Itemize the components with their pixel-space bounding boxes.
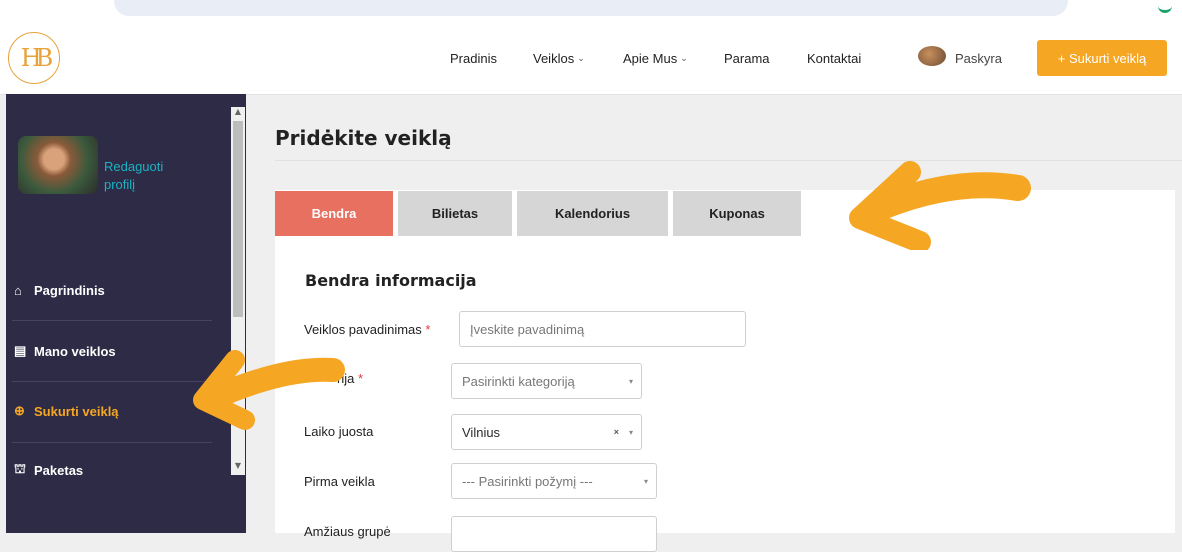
annotation-arrow-tabs (849, 161, 1031, 250)
scrollbar-thumb[interactable] (233, 121, 243, 317)
nav-account[interactable]: Paskyra (955, 22, 1002, 94)
site-header: HB Pradinis Veiklos ⌄ Apie Mus ⌄ Parama … (0, 22, 1182, 95)
label-text: Veiklos pavadinimas (304, 322, 422, 337)
nav-parama[interactable]: Parama (724, 22, 770, 94)
address-bar[interactable] (114, 0, 1068, 16)
first-activity-label: Pirma veikla (304, 474, 375, 489)
scroll-up-icon[interactable]: ▲ (233, 107, 243, 116)
edit-profile-link[interactable]: Redaguoti profilį (104, 158, 184, 194)
nav-label: Kontaktai (807, 50, 862, 66)
nav-label: Veiklos (533, 50, 575, 66)
divider (275, 160, 1182, 161)
age-group-label: Amžiaus grupė (304, 524, 391, 539)
activity-name-input[interactable]: Įveskite pavadinimą (459, 311, 746, 347)
document-icon: ▤ (14, 343, 27, 358)
clear-icon[interactable]: × (614, 427, 619, 437)
chevron-down-icon: ⌄ (680, 52, 688, 63)
activity-name-label: Veiklos pavadinimas * (304, 322, 430, 337)
avatar[interactable] (18, 136, 98, 194)
form-card (275, 190, 1175, 533)
browser-status-icon (1158, 4, 1172, 13)
create-activity-button[interactable]: + Sukurti veiklą (1037, 40, 1167, 76)
home-icon: ⌂ (14, 282, 22, 298)
sidebar-item-label: Sukurti veiklą (34, 403, 119, 419)
sidebar-item-pagrindinis[interactable]: ⌂ Pagrindinis (6, 260, 231, 320)
sidebar-item-label: Mano veiklos (34, 343, 116, 359)
sidebar: Redaguoti profilį ⌂ Pagrindinis ▤ Mano v… (6, 94, 246, 533)
tab-bendra[interactable]: Bendra (275, 191, 393, 236)
nav-pradinis[interactable]: Pradinis (450, 22, 497, 94)
gift-icon: ⛫ (14, 461, 26, 476)
chevron-down-icon: ▾ (628, 427, 633, 437)
sidebar-item-label: Paketas (34, 462, 84, 478)
first-activity-select[interactable]: --- Pasirinkti požymį --- ▾ (451, 463, 657, 499)
nav-kontaktai[interactable]: Kontaktai (807, 22, 861, 94)
nav-label: Apie Mus (623, 50, 678, 66)
timezone-select[interactable]: Vilnius × ▾ (451, 414, 642, 450)
category-select[interactable]: Pasirinkti kategoriją ▾ (451, 363, 642, 399)
select-placeholder: Pasirinkti kategoriją (462, 373, 575, 389)
account-avatar[interactable] (918, 46, 946, 66)
tab-kalendorius[interactable]: Kalendorius (517, 191, 668, 236)
required-mark: * (425, 322, 431, 337)
tab-bilietas[interactable]: Bilietas (398, 191, 512, 236)
annotation-arrow-sidebar (193, 350, 345, 430)
nav-label: Pradinis (450, 50, 497, 66)
chevron-down-icon: ▾ (643, 476, 648, 486)
tab-kuponas[interactable]: Kuponas (673, 191, 801, 236)
chevron-down-icon: ⌄ (577, 52, 585, 63)
profile-name (104, 140, 224, 156)
sidebar-item-label: Pagrindinis (34, 282, 105, 298)
input-placeholder: Įveskite pavadinimą (470, 321, 585, 337)
nav-apie-mus[interactable]: Apie Mus ⌄ (623, 22, 688, 94)
site-logo[interactable]: HB (8, 32, 60, 84)
required-mark: * (357, 371, 364, 386)
select-placeholder: --- Pasirinkti požymį --- (462, 473, 593, 489)
page-title: Pridėkite veiklą (275, 126, 452, 150)
account-label: Paskyra (955, 50, 1002, 66)
nav-label: Parama (724, 50, 770, 66)
browser-toolbar (0, 0, 1182, 22)
select-value: Vilnius (462, 424, 501, 440)
nav-veiklos[interactable]: Veiklos ⌄ (533, 22, 585, 94)
section-title: Bendra informacija (305, 271, 477, 290)
sidebar-item-paketas[interactable]: ⛫ Paketas (6, 440, 231, 500)
chevron-down-icon: ▾ (628, 376, 633, 386)
age-group-select[interactable] (451, 516, 657, 552)
plus-circle-icon: ⊕ (14, 403, 25, 418)
scroll-down-icon[interactable]: ▼ (233, 461, 243, 470)
